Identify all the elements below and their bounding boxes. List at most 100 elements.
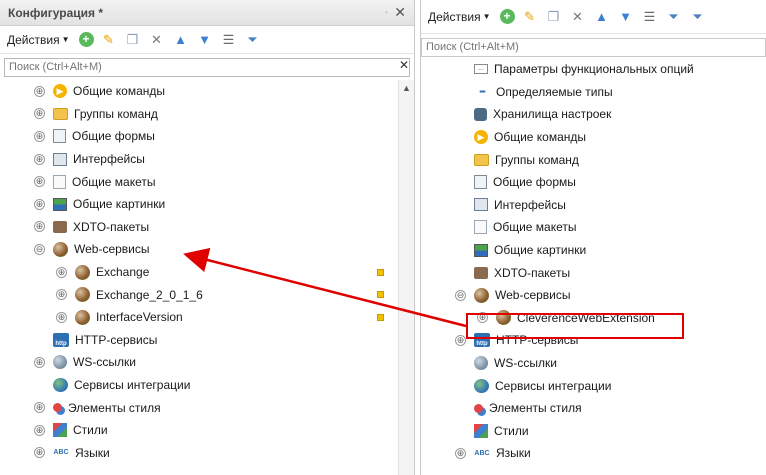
tree-item[interactable]: ⊖ Web-сервисы [0, 238, 414, 261]
expand-icon[interactable]: ⊕ [34, 176, 45, 188]
tree-item[interactable]: ⊕ Группы команд [0, 103, 414, 126]
right-toolbar: Действия ▼ + ✎ ❐ ✕ ▲ ▼ ☰ ⏷ ⏷ [421, 0, 766, 34]
move-up-icon[interactable]: ▲ [593, 8, 611, 26]
tree-item[interactable]: Группы команд [421, 148, 766, 171]
layout-icon [53, 174, 66, 189]
panel-title-bar: Конфигурация * ◦ ✕ [0, 0, 414, 26]
expand-icon[interactable]: ⊕ [34, 153, 45, 165]
edit-icon[interactable]: ✎ [521, 8, 539, 26]
expand-icon[interactable]: ⊕ [56, 311, 67, 323]
expand-icon[interactable]: ⊕ [34, 85, 45, 97]
actions-menu-button[interactable]: Действия ▼ [425, 8, 494, 26]
tree-item[interactable]: XDTO-пакеты [421, 261, 766, 284]
tree-item[interactable]: ⊕ ABC Языки [421, 442, 766, 465]
tree-item[interactable]: Стили [421, 420, 766, 443]
tree-item[interactable]: ⊕ Общие формы [0, 125, 414, 148]
add-icon[interactable]: + [499, 9, 515, 24]
expand-icon[interactable]: ⊕ [34, 130, 45, 142]
expand-icon[interactable]: ⊕ [455, 334, 466, 346]
search-input[interactable] [421, 37, 766, 57]
configuration-panel: Конфигурация * ◦ ✕ Действия ▼ + ✎ ❐ ✕ ▲ ▼… [0, 0, 415, 475]
actions-menu-button[interactable]: Действия ▼ [4, 31, 73, 49]
expand-icon[interactable]: ⊕ [34, 402, 45, 414]
search-input[interactable] [4, 57, 410, 77]
clear-search-icon[interactable]: ✕ [396, 58, 412, 72]
tree-item-label: Группы команд [495, 152, 579, 167]
delete-icon[interactable]: ✕ [569, 8, 587, 26]
tree-item[interactable]: WS-ссылки [421, 352, 766, 375]
add-icon[interactable]: + [78, 32, 94, 47]
scroll-up-icon[interactable]: ▲ [399, 80, 414, 96]
tree-item-label: Определяемые типы [496, 84, 613, 99]
tree-item[interactable]: http HTTP-сервисы [0, 329, 414, 352]
tree-item-label: Элементы стиля [489, 401, 582, 416]
copy-icon[interactable]: ❐ [124, 31, 142, 49]
web-service-icon [75, 264, 90, 280]
tree-item[interactable]: Элементы стиля [421, 397, 766, 420]
web-service-icon [474, 287, 489, 303]
expand-icon[interactable]: ⊕ [56, 266, 67, 278]
tree-item[interactable]: ⊕ Интерфейсы [0, 148, 414, 171]
tree-item[interactable]: Сервисы интеграции [0, 374, 414, 397]
filter-icon[interactable]: ⏷ [244, 31, 262, 49]
tree-item[interactable]: ⊕ Exchange_2_0_1_6 [0, 283, 414, 306]
move-down-icon[interactable]: ▼ [196, 31, 214, 49]
tree-item-label: Общие формы [72, 129, 155, 144]
expand-icon[interactable]: ⊕ [34, 447, 45, 459]
expand-icon[interactable]: ⊕ [34, 108, 45, 120]
edit-icon[interactable]: ✎ [100, 31, 118, 49]
expand-icon[interactable]: ⊕ [34, 356, 45, 368]
layout-icon [474, 220, 487, 235]
filter-icon[interactable]: ⏷ [665, 8, 683, 26]
move-down-icon[interactable]: ▼ [617, 8, 635, 26]
tree-item[interactable]: ⊕ Общие картинки [0, 193, 414, 216]
copy-icon[interactable]: ❐ [545, 8, 563, 26]
tree-item-label: Общие команды [73, 84, 166, 99]
expand-icon[interactable]: ⊕ [34, 198, 45, 210]
collapse-icon[interactable]: ⊖ [455, 289, 466, 301]
move-up-icon[interactable]: ▲ [172, 31, 190, 49]
expand-icon [34, 334, 45, 345]
filter-clear-icon[interactable]: ⏷ [689, 8, 707, 26]
close-icon[interactable]: ✕ [394, 4, 406, 21]
tree-item-label: Общие формы [493, 175, 576, 190]
tree-item[interactable]: Сервисы интеграции [421, 374, 766, 397]
tree-item[interactable]: ⊕ WS-ссылки [0, 351, 414, 374]
tree-item-label: Стили [73, 423, 108, 438]
tree-item[interactable]: ⊖ Web-сервисы [421, 284, 766, 307]
tree-item-label: Группы команд [74, 106, 158, 121]
tree-item-label: Хранилища настроек [493, 107, 612, 122]
tree-item[interactable]: ⊕ ABC Языки [0, 442, 414, 465]
expand-icon[interactable]: ⊕ [34, 424, 45, 436]
tree-item[interactable]: ... Параметры функциональных опций [421, 58, 766, 81]
tree-item[interactable]: Общие макеты [421, 216, 766, 239]
tree-item[interactable]: ▶ Общие команды [421, 126, 766, 149]
tree-item-label: InterfaceVersion [96, 310, 183, 325]
delete-icon[interactable]: ✕ [148, 31, 166, 49]
expand-icon[interactable]: ⊕ [56, 289, 67, 301]
form-icon [474, 175, 487, 190]
tree-item-label: XDTO-пакеты [73, 219, 150, 234]
tree-item[interactable]: ⊕ Exchange [0, 261, 414, 284]
expand-icon [455, 177, 466, 188]
tree-item[interactable]: ▪▪▪ Определяемые типы [421, 81, 766, 104]
expand-icon[interactable]: ⊕ [34, 221, 45, 233]
tree-item[interactable]: ⊕ InterfaceVersion [0, 306, 414, 329]
expand-icon[interactable]: ⊕ [455, 447, 466, 459]
tree-item[interactable]: ⊕ Элементы стиля [0, 396, 414, 419]
pin-icon[interactable]: ◦ [385, 7, 388, 17]
tree-item-label: Интерфейсы [494, 197, 566, 212]
tree-item[interactable]: Общие формы [421, 171, 766, 194]
scrollbar[interactable]: ▲ [398, 80, 414, 475]
list-icon[interactable]: ☰ [641, 8, 659, 26]
tree-item[interactable]: ⊕ XDTO-пакеты [0, 216, 414, 239]
tree-item[interactable]: Хранилища настроек [421, 103, 766, 126]
tree-item[interactable]: Общие картинки [421, 239, 766, 262]
collapse-icon[interactable]: ⊖ [34, 243, 45, 255]
tree-item[interactable]: ⊕ Общие макеты [0, 170, 414, 193]
tree-item[interactable]: ⊕ Стили [0, 419, 414, 442]
list-icon[interactable]: ☰ [220, 31, 238, 49]
tree-item[interactable]: Интерфейсы [421, 194, 766, 217]
tree-item[interactable]: ⊕ ▶ Общие команды [0, 80, 414, 103]
tree-item-label: Exchange_2_0_1_6 [96, 287, 203, 302]
